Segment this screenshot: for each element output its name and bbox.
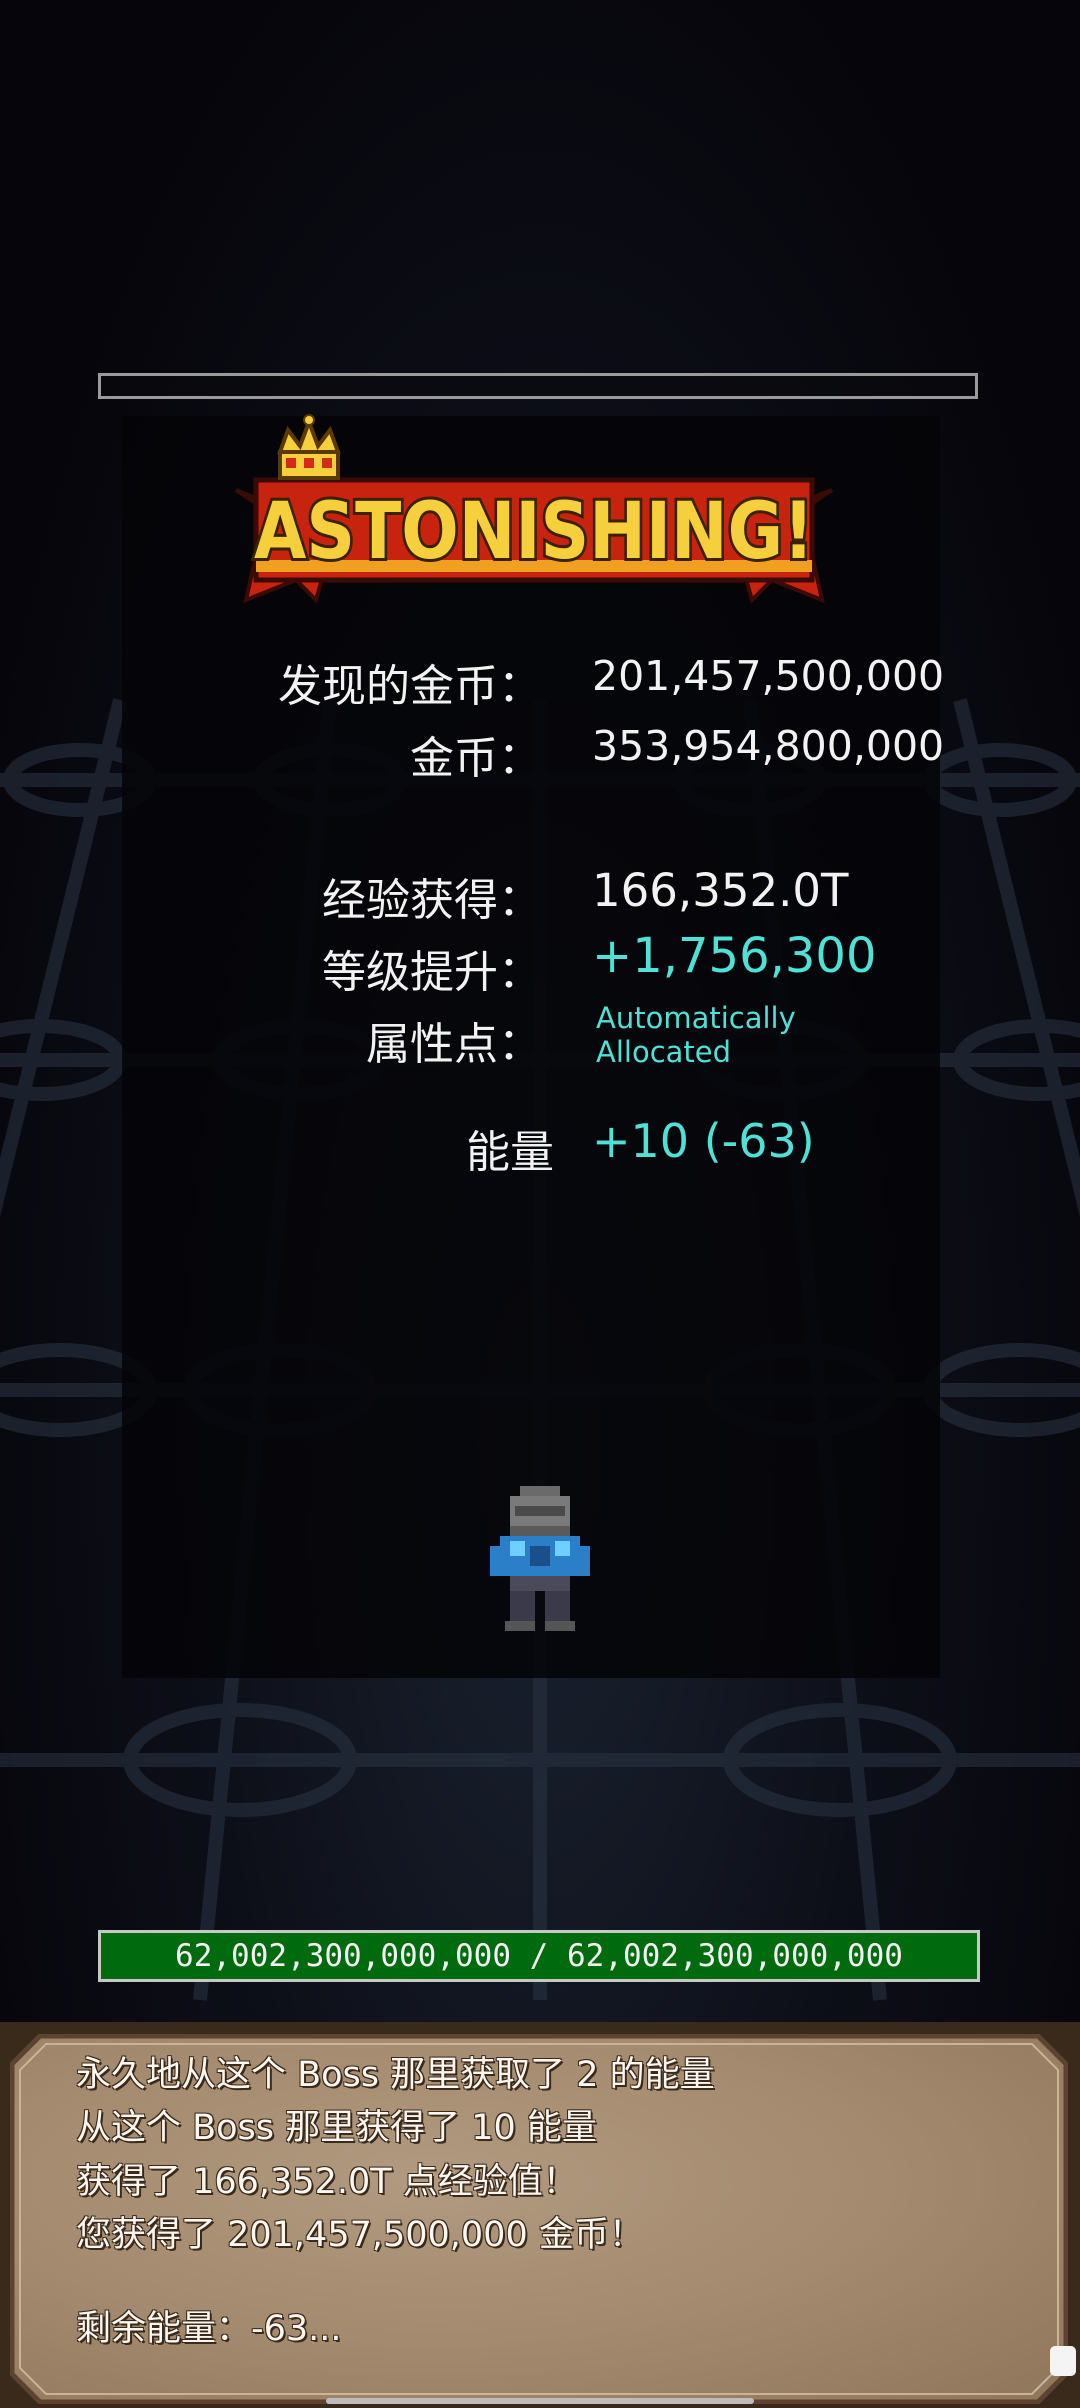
exp-label: 经验获得：: [322, 875, 542, 926]
scroll-handle[interactable]: [1050, 2346, 1076, 2376]
hp-bar: 62,002,300,000,000 / 62,002,300,000,000: [98, 1930, 980, 1982]
crown-banner-icon: ASTONISHING!: [234, 414, 834, 604]
dialog-message-4: 您获得了 201,457,500,000 金币！: [76, 2215, 644, 2255]
banner-text: ASTONISHING!: [254, 487, 814, 577]
attr-value-line1: Automatically: [596, 1001, 796, 1035]
gold-label: 金币：: [410, 733, 542, 784]
dialog-remaining-energy: 剩余能量：-63...: [76, 2309, 342, 2349]
dialog-message-1: 永久地从这个 Boss 那里获取了 2 的能量: [76, 2055, 715, 2095]
gold-found-value: 201,457,500,000: [592, 652, 945, 700]
dialog-message-2: 从这个 Boss 那里获得了 10 能量: [76, 2108, 597, 2148]
top-frame-bar: [98, 373, 978, 399]
home-indicator[interactable]: [326, 2398, 754, 2404]
energy-label: 能量: [466, 1127, 554, 1178]
level-value: +1,756,300: [592, 928, 877, 984]
gold-value: 353,954,800,000: [592, 722, 945, 770]
attr-value-line2: Allocated: [596, 1035, 732, 1069]
gold-found-label: 发现的金币：: [278, 661, 542, 712]
exp-value: 166,352.0T: [592, 864, 849, 917]
game-screen: ASTONISHING! 发现的金币： 201,457,500,000 金币： …: [0, 0, 1080, 2408]
energy-value: +10 (-63): [592, 1114, 815, 1168]
dialog-message-3: 获得了 166,352.0T 点经验值！: [76, 2162, 578, 2202]
message-dialog[interactable]: 永久地从这个 Boss 那里获取了 2 的能量 从这个 Boss 那里获得了 1…: [0, 2022, 1080, 2408]
level-label: 等级提升：: [322, 947, 542, 998]
armored-knight-sprite: [490, 1486, 590, 1631]
hp-bar-text: 62,002,300,000,000 / 62,002,300,000,000: [175, 1938, 903, 1974]
attr-label: 属性点：: [366, 1019, 542, 1070]
